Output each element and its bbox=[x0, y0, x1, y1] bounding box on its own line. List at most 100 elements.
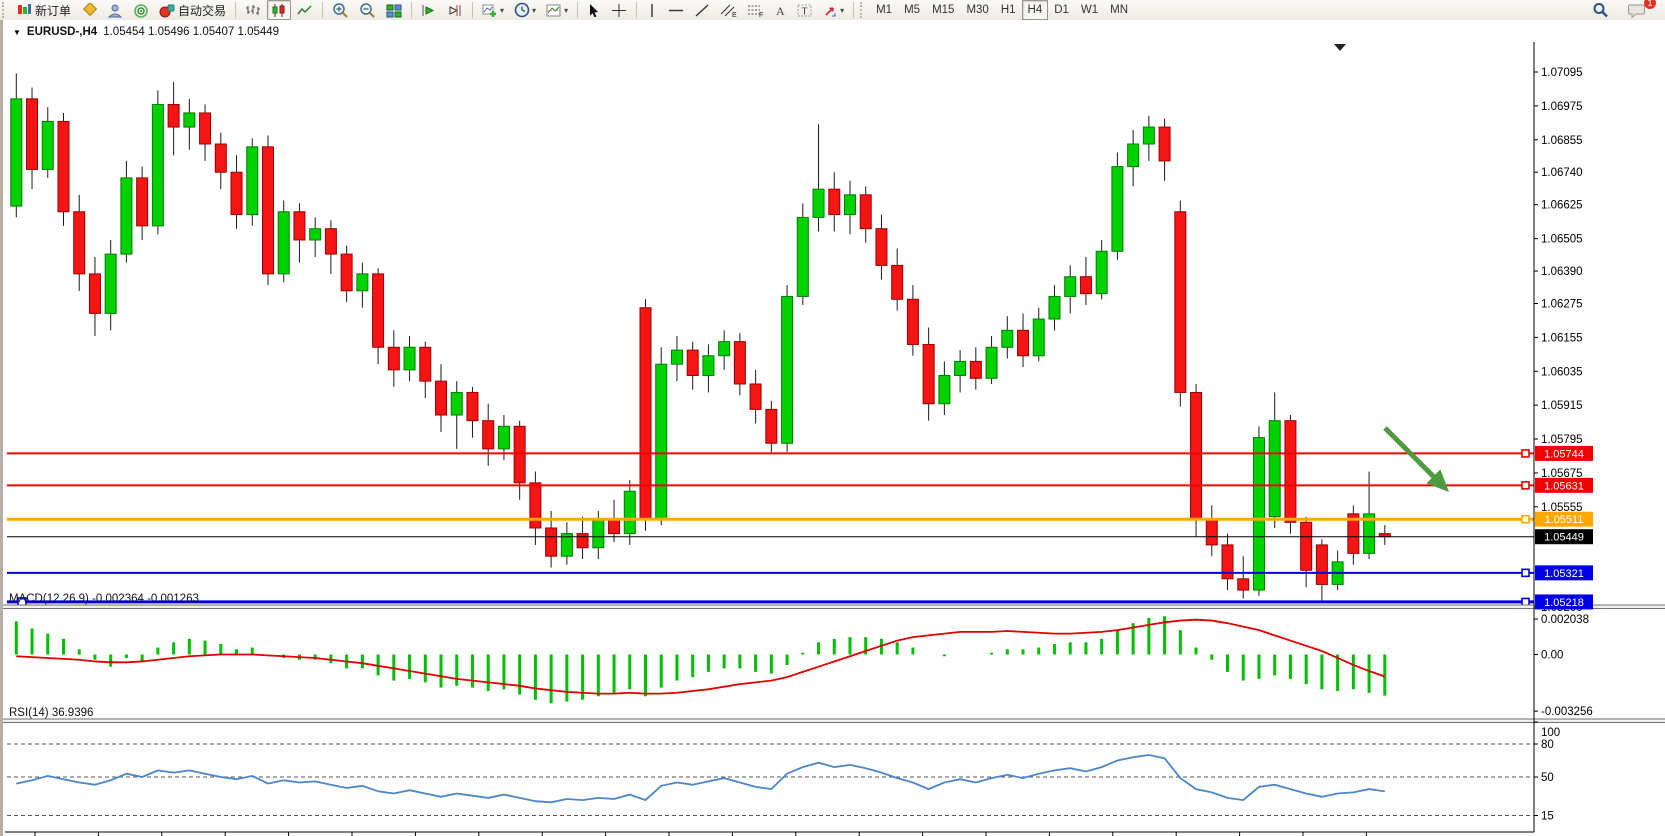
tab-timeframe-w1[interactable]: W1 bbox=[1075, 0, 1104, 20]
bull-candle bbox=[844, 195, 855, 215]
new-order-icon bbox=[17, 3, 32, 17]
horizontal-line-button[interactable] bbox=[664, 0, 688, 20]
zoom-in-button[interactable] bbox=[328, 0, 353, 20]
macd-tick-label: -0.003256 bbox=[1541, 706, 1593, 718]
bear-candle bbox=[1159, 127, 1170, 161]
zoom-out-button[interactable] bbox=[355, 0, 380, 20]
auto-scroll-button[interactable] bbox=[417, 0, 441, 20]
profile-icon bbox=[107, 3, 123, 18]
chart-shift-button[interactable] bbox=[443, 0, 467, 20]
bear-candle bbox=[1301, 522, 1312, 570]
bear-candle bbox=[325, 229, 336, 254]
price-badge-label: 1.05511 bbox=[1545, 514, 1584, 526]
bear-candle bbox=[74, 212, 85, 274]
candlestick-chart-icon bbox=[271, 3, 287, 18]
bear-candle bbox=[1080, 277, 1091, 294]
candlestick-chart-button[interactable] bbox=[267, 0, 291, 20]
tab-timeframe-m30[interactable]: M30 bbox=[960, 0, 994, 20]
price-tick-label: 1.06975 bbox=[1541, 101, 1583, 113]
chart-shift-icon bbox=[447, 3, 463, 18]
price-tick-label: 1.06275 bbox=[1541, 299, 1583, 311]
svg-text:F: F bbox=[759, 12, 763, 18]
tab-timeframe-m15[interactable]: M15 bbox=[926, 0, 960, 20]
text-label-icon: T bbox=[797, 3, 813, 18]
tab-timeframe-m1[interactable]: M1 bbox=[870, 0, 898, 20]
bull-candle bbox=[1065, 277, 1076, 297]
tab-timeframe-m5[interactable]: M5 bbox=[898, 0, 926, 20]
bear-candle bbox=[829, 189, 840, 214]
arrow-shapes-button[interactable]: ▾ bbox=[819, 0, 848, 20]
text-label-button[interactable]: T bbox=[793, 0, 817, 20]
market-button[interactable] bbox=[77, 0, 101, 20]
bear-candle bbox=[294, 212, 305, 240]
bull-candle bbox=[1049, 296, 1060, 319]
profile-button[interactable] bbox=[103, 0, 127, 20]
rsi-tick-label: 50 bbox=[1541, 772, 1554, 784]
line-chart-button[interactable] bbox=[293, 0, 317, 20]
crosshair-button[interactable] bbox=[607, 0, 631, 20]
bear-candle bbox=[388, 347, 399, 370]
tab-timeframe-h1[interactable]: H1 bbox=[995, 0, 1022, 20]
trendline-button[interactable] bbox=[690, 0, 714, 20]
toolbar-grip[interactable] bbox=[860, 2, 867, 18]
vertical-line-button[interactable] bbox=[642, 0, 662, 20]
line-handle[interactable] bbox=[1522, 516, 1529, 523]
autotrade-button[interactable]: 自动交易 bbox=[155, 0, 230, 20]
trendline-icon bbox=[694, 3, 710, 18]
bear-candle bbox=[168, 104, 179, 127]
text-button[interactable]: A bbox=[770, 0, 791, 20]
svg-text:T: T bbox=[802, 6, 808, 17]
bar-chart-button[interactable] bbox=[241, 0, 265, 20]
window-menu-icon[interactable]: ▼ bbox=[13, 28, 21, 37]
bear-candle bbox=[1285, 421, 1296, 523]
chart-shift-marker[interactable] bbox=[1334, 44, 1346, 51]
chat-button[interactable]: 1 bbox=[1624, 0, 1650, 20]
bull-candle bbox=[1269, 421, 1280, 517]
line-handle[interactable] bbox=[1522, 569, 1529, 576]
tab-timeframe-d1[interactable]: D1 bbox=[1048, 0, 1075, 20]
add-indicator-button[interactable]: ▾ bbox=[478, 0, 508, 20]
tab-timeframe-h4[interactable]: H4 bbox=[1022, 0, 1049, 20]
price-tick-label: 1.05915 bbox=[1541, 400, 1583, 412]
chart-window: 1.070951.069751.068551.067401.066251.065… bbox=[0, 20, 1665, 836]
bear-candle bbox=[1316, 545, 1327, 585]
line-handle[interactable] bbox=[1522, 450, 1529, 457]
bear-candle bbox=[467, 392, 478, 420]
signal-button[interactable] bbox=[129, 0, 153, 20]
new-order-button[interactable]: 新订单 bbox=[13, 0, 75, 20]
templates-button[interactable]: ▾ bbox=[542, 0, 572, 20]
tile-windows-button[interactable] bbox=[382, 0, 406, 20]
bear-candle bbox=[923, 344, 934, 403]
cursor-button[interactable] bbox=[583, 0, 605, 20]
bear-candle bbox=[215, 144, 226, 172]
search-icon bbox=[1592, 2, 1609, 18]
price-tick-label: 1.06035 bbox=[1541, 366, 1583, 378]
bull-candle bbox=[1096, 251, 1107, 293]
search-button[interactable] bbox=[1588, 0, 1613, 20]
fibonacci-button[interactable]: F bbox=[743, 0, 768, 20]
bull-candle bbox=[498, 426, 509, 449]
autotrade-icon bbox=[159, 3, 175, 18]
toolbar-grip[interactable] bbox=[2, 2, 9, 18]
bear-candle bbox=[546, 528, 557, 556]
bull-candle bbox=[310, 229, 321, 240]
tab-timeframe-mn[interactable]: MN bbox=[1104, 0, 1134, 20]
auto-scroll-icon bbox=[421, 3, 437, 18]
svg-text:E: E bbox=[732, 12, 737, 18]
add-indicator-icon bbox=[482, 3, 498, 18]
bull-candle bbox=[813, 189, 824, 217]
vertical-line-icon bbox=[646, 3, 658, 18]
bear-candle bbox=[58, 121, 69, 211]
bull-candle bbox=[1112, 167, 1123, 252]
line-handle[interactable] bbox=[1522, 598, 1529, 605]
bear-candle bbox=[687, 350, 698, 375]
cursor-icon bbox=[587, 3, 601, 18]
chart-title: ▼ EURUSD-,H4 1.05454 1.05496 1.05407 1.0… bbox=[13, 26, 279, 38]
bull-candle bbox=[939, 376, 950, 404]
channel-button[interactable]: E bbox=[716, 0, 741, 20]
period-clock-button[interactable]: ▾ bbox=[510, 0, 540, 20]
toolbar-separator bbox=[636, 2, 637, 18]
price-chart[interactable]: 1.070951.069751.068551.067401.066251.065… bbox=[3, 20, 1665, 836]
bear-candle bbox=[640, 308, 651, 520]
line-handle[interactable] bbox=[1522, 482, 1529, 489]
